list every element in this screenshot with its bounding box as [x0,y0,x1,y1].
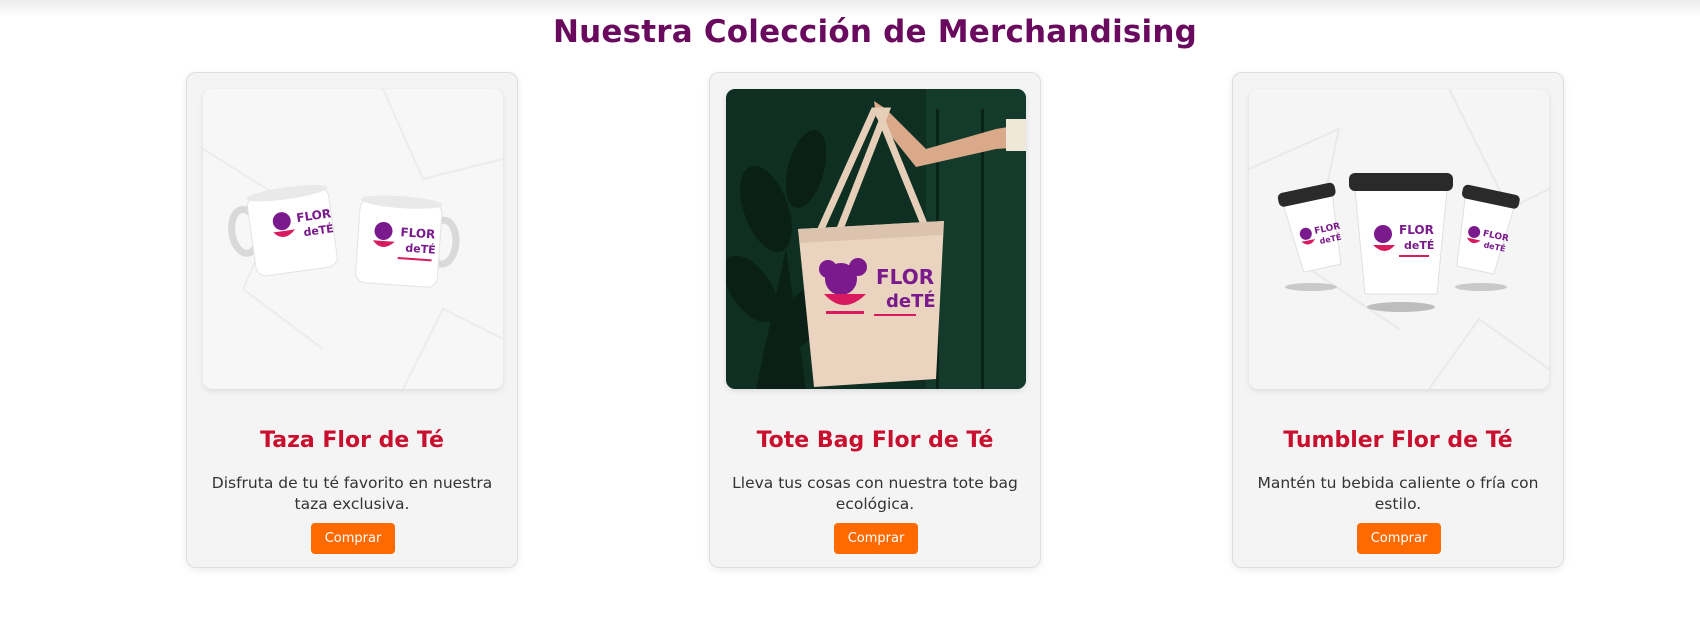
product-title: Tote Bag Flor de Té [756,428,994,453]
product-description: Mantén tu bebida caliente o fría con est… [1257,474,1539,513]
tumblers-image[interactable]: FLOR deTÉ FLOR deTÉ FLOR deTÉ [1249,89,1549,389]
product-title: Tumbler Flor de Té [1283,428,1513,453]
product-card-tumbler: FLOR deTÉ FLOR deTÉ FLOR deTÉ Tumbler Fl… [1232,72,1564,568]
buy-button[interactable]: Comprar [1357,523,1441,554]
product-card-mug: FLOR deTÉ FLOR deTÉ Taza Flor de Té Disf… [186,72,518,568]
product-description: Lleva tus cosas con nuestra tote bag eco… [732,474,1018,513]
tote-bag-image[interactable]: FLOR deTÉ [726,89,1026,389]
svg-text:deTÉ: deTÉ [405,242,436,257]
svg-text:FLOR: FLOR [400,225,436,241]
buy-button[interactable]: Comprar [834,523,918,554]
svg-text:deTÉ: deTÉ [1404,239,1434,252]
svg-text:FLOR: FLOR [876,265,934,289]
product-title: Taza Flor de Té [260,428,444,453]
section-title: Nuestra Colección de Merchandising [552,14,1198,50]
svg-text:deTÉ: deTÉ [886,290,936,312]
product-card-tote-bag: FLOR deTÉ Tote Bag Flor de Té Lleva tus … [709,72,1041,568]
svg-text:FLOR: FLOR [1399,223,1434,237]
product-description: Disfruta de tu té favorito en nuestra ta… [211,474,493,513]
buy-button[interactable]: Comprar [311,523,395,554]
mugs-image[interactable]: FLOR deTÉ FLOR deTÉ [203,89,503,389]
